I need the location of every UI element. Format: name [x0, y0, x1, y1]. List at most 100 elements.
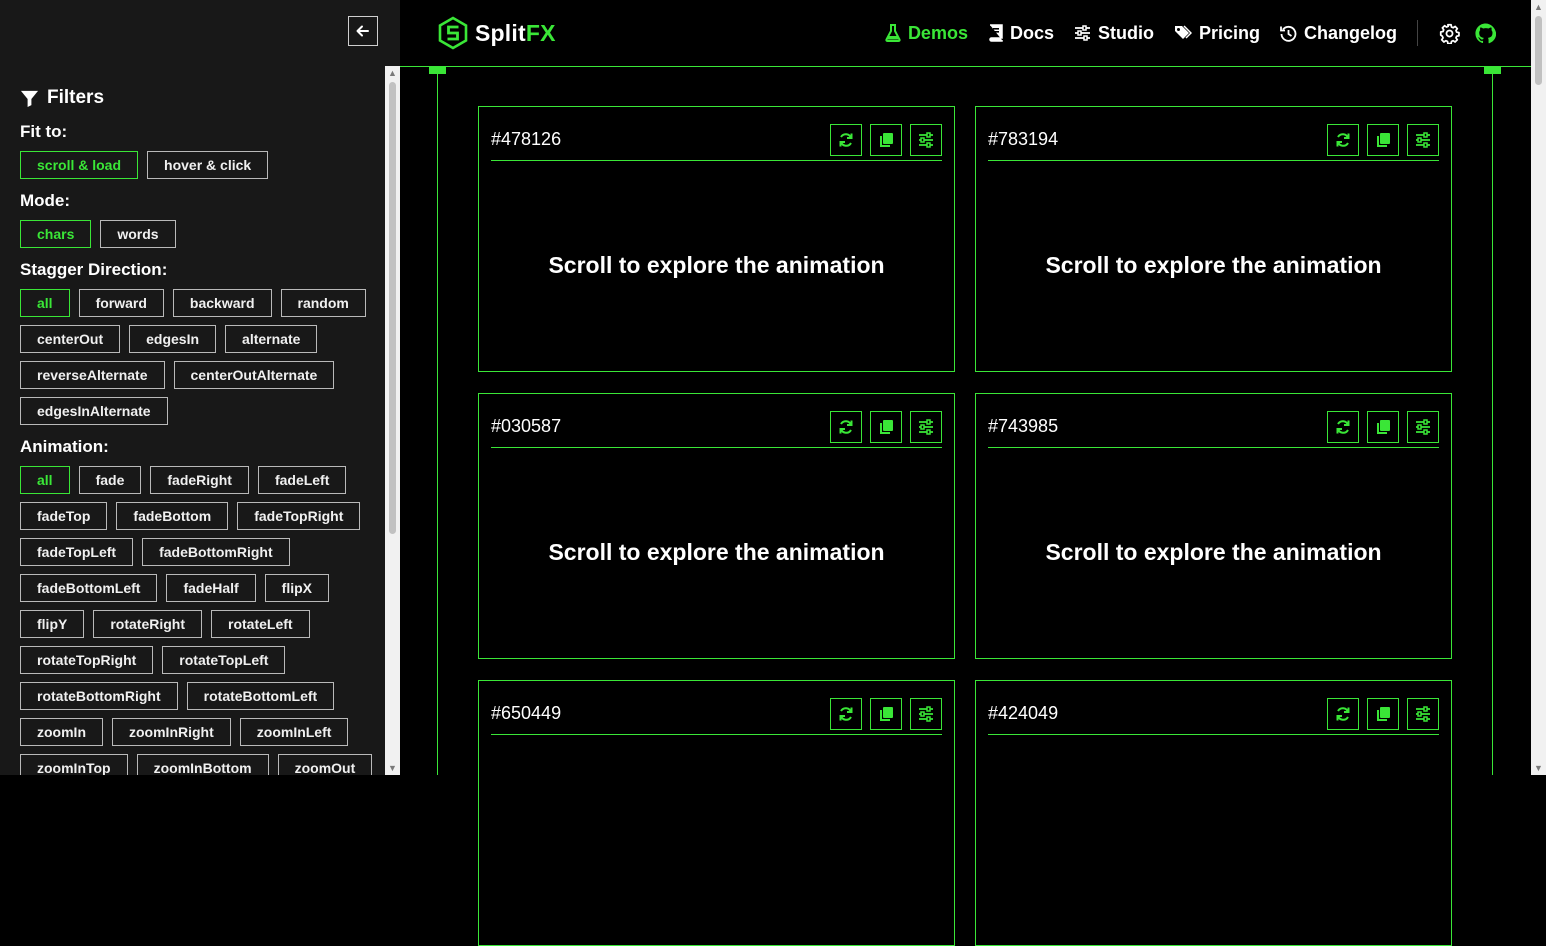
filter-chip[interactable]: zoomInRight [112, 718, 231, 746]
filter-chip[interactable]: fadeTop [20, 502, 108, 530]
nav-pricing[interactable]: Pricing [1174, 23, 1260, 44]
scroll-up-icon[interactable]: ▲ [1534, 2, 1543, 12]
filter-chip[interactable]: zoomOut [277, 754, 373, 775]
filter-group-fit: Fit to: scroll & load hover & click [20, 122, 384, 179]
card-id: #478126 [491, 129, 562, 149]
customize-button[interactable] [1407, 123, 1439, 156]
nav-studio[interactable]: Studio [1074, 23, 1154, 44]
filter-chip[interactable]: rotateRight [93, 610, 203, 638]
filter-chip[interactable]: reverseAlternate [20, 361, 165, 389]
replay-button[interactable] [830, 697, 862, 730]
history-icon [1280, 25, 1297, 42]
customize-button[interactable] [1407, 410, 1439, 443]
filter-chip[interactable]: hover & click [147, 151, 269, 179]
filter-chip[interactable]: chars [20, 220, 92, 248]
nav-label: Studio [1097, 22, 1154, 43]
filter-chip[interactable]: all [20, 289, 70, 317]
filter-chip[interactable]: flipY [20, 610, 85, 638]
scroll-down-icon[interactable]: ▼ [1534, 763, 1543, 773]
refresh-icon [839, 419, 853, 434]
settings-button[interactable] [1438, 22, 1460, 44]
logo[interactable]: SplitFX [437, 16, 556, 50]
demo-card: #743985 Scroll to explore the animation [975, 393, 1452, 659]
filter-chip[interactable]: flipX [264, 574, 330, 602]
filter-group-mode: Mode: chars words [20, 191, 384, 248]
filter-chip[interactable]: fadeTopRight [237, 502, 361, 530]
replay-button[interactable] [1327, 410, 1359, 443]
filter-chip[interactable]: zoomIn [20, 718, 103, 746]
filter-chip[interactable]: fadeRight [150, 466, 249, 494]
customize-button[interactable] [910, 123, 942, 156]
filter-chip[interactable]: words [100, 220, 176, 248]
scroll-down-icon[interactable]: ▼ [388, 763, 397, 773]
copy-icon [1377, 706, 1390, 721]
nav-docs[interactable]: Docs [988, 23, 1054, 44]
scrollbar-thumb[interactable] [1535, 16, 1542, 85]
filter-chip[interactable]: edgesIn [129, 325, 217, 353]
github-link[interactable] [1474, 22, 1496, 44]
nav-label: Pricing [1198, 22, 1260, 43]
filter-group-label: Fit to: [20, 122, 68, 141]
filter-chip[interactable]: random [280, 289, 366, 317]
customize-button[interactable] [910, 697, 942, 730]
filter-chip[interactable]: fadeTopLeft [20, 538, 134, 566]
card-header: #743985 [988, 406, 1439, 448]
replay-button[interactable] [830, 123, 862, 156]
filter-chip[interactable]: alternate [225, 325, 318, 353]
logo-text: SplitFX [475, 20, 556, 47]
nav-divider [1417, 20, 1418, 46]
card-header: #783194 [988, 119, 1439, 161]
filter-chip[interactable]: zoomInTop [20, 754, 128, 775]
copy-button[interactable] [870, 697, 902, 730]
scrollbar-thumb[interactable] [389, 82, 396, 534]
copy-button[interactable] [870, 410, 902, 443]
card-actions [830, 697, 942, 730]
replay-button[interactable] [830, 410, 862, 443]
filter-chip[interactable]: rotateTopLeft [162, 646, 286, 674]
collapse-sidebar-button[interactable] [348, 16, 378, 46]
replay-button[interactable] [1327, 697, 1359, 730]
filter-chip[interactable]: forward [78, 289, 164, 317]
customize-button[interactable] [910, 410, 942, 443]
filter-chip[interactable]: rotateLeft [211, 610, 310, 638]
nav-label: Docs [1009, 22, 1054, 43]
nav-changelog[interactable]: Changelog [1280, 23, 1397, 44]
copy-button[interactable] [1367, 410, 1399, 443]
filter-chip[interactable]: rotateTopRight [20, 646, 154, 674]
filter-chip[interactable]: zoomInBottom [136, 754, 269, 775]
card-header: #424049 [988, 693, 1439, 735]
filter-chip[interactable]: centerOut [20, 325, 121, 353]
page-scrollbar[interactable]: ▲ ▼ [1531, 0, 1546, 775]
filter-chip[interactable]: zoomInLeft [239, 718, 349, 746]
sidebar-scrollbar[interactable]: ▲ ▼ [385, 66, 400, 775]
copy-button[interactable] [1367, 697, 1399, 730]
demo-card: #478126 Scroll to explore the animation [478, 106, 955, 372]
card-id: #424049 [988, 703, 1059, 723]
filter-chip[interactable]: centerOutAlternate [173, 361, 335, 389]
card-placeholder-text [479, 734, 954, 945]
demo-gallery: #478126 Scroll to explore the animation … [400, 66, 1531, 946]
filter-chip[interactable]: fade [78, 466, 142, 494]
filter-chip[interactable]: fadeBottom [116, 502, 229, 530]
copy-button[interactable] [870, 123, 902, 156]
filter-chip[interactable]: backward [172, 289, 272, 317]
replay-button[interactable] [1327, 123, 1359, 156]
sliders-icon [919, 705, 933, 722]
nav-demos[interactable]: Demos [885, 23, 968, 44]
filter-options: chars words [20, 220, 384, 248]
filter-chip[interactable]: rotateBottomLeft [186, 682, 335, 710]
filter-chip[interactable]: edgesInAlternate [20, 397, 168, 425]
frame-line [1492, 66, 1493, 775]
filter-chip[interactable]: all [20, 466, 70, 494]
filter-chip[interactable]: scroll & load [20, 151, 139, 179]
copy-button[interactable] [1367, 123, 1399, 156]
filter-chip[interactable]: fadeLeft [257, 466, 347, 494]
filters-heading: Filters [20, 86, 384, 110]
gear-icon [1439, 23, 1460, 44]
filter-chip[interactable]: fadeBottomRight [142, 538, 290, 566]
filter-chip[interactable]: fadeBottomLeft [20, 574, 158, 602]
customize-button[interactable] [1407, 697, 1439, 730]
scroll-up-icon[interactable]: ▲ [388, 68, 397, 78]
filter-chip[interactable]: fadeHalf [166, 574, 256, 602]
filter-chip[interactable]: rotateBottomRight [20, 682, 178, 710]
